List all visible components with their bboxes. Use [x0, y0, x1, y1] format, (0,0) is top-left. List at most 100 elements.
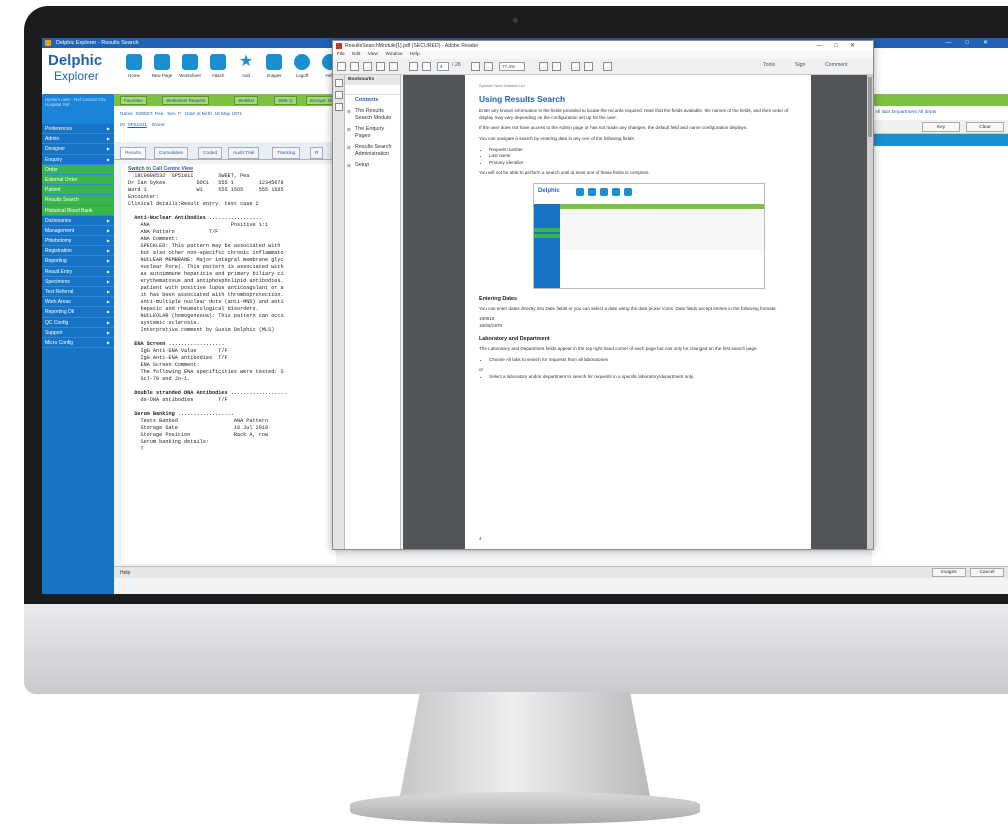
sidebar-item[interactable]: QC Config: [42, 318, 114, 328]
menu-window[interactable]: Window: [385, 52, 402, 57]
bookmarks-icon[interactable]: [335, 91, 343, 99]
comment-button[interactable]: Comment: [825, 62, 848, 68]
menu-file[interactable]: File: [337, 52, 345, 57]
event-label: Event: [152, 123, 165, 128]
sidebar-item[interactable]: Order: [42, 164, 114, 175]
right-header-bar: [872, 134, 1008, 146]
adobe-window-controls[interactable]: —□✕: [816, 41, 867, 51]
sidebar-item[interactable]: Reporting Dtl: [42, 307, 114, 318]
sidebar-item[interactable]: Result Entry: [42, 267, 114, 277]
attachments-icon[interactable]: [335, 103, 343, 111]
tab-audit-trail[interactable]: Audit Trail: [228, 147, 260, 159]
sidebar-item[interactable]: Phlebotomy: [42, 236, 114, 247]
prev-page-icon[interactable]: [409, 62, 418, 71]
email-icon[interactable]: [389, 62, 398, 71]
sidebar-item[interactable]: Preferences: [42, 124, 114, 135]
print-icon[interactable]: [376, 62, 385, 71]
bookmarks-title: Bookmarks: [345, 75, 400, 85]
tab-worksheet-request[interactable]: Worksheet Request: [162, 96, 210, 105]
toolbar-logoff-button[interactable]: Logoff: [290, 52, 314, 90]
doc-scrollbar[interactable]: [867, 75, 873, 549]
sidebar-item[interactable]: Management: [42, 226, 114, 237]
sidebar-item[interactable]: Enquiry: [42, 155, 114, 165]
zoom-out-icon[interactable]: [471, 62, 480, 71]
result-line: SPECKLED: This pattern may be associated…: [128, 243, 281, 249]
imac-mockup: Delphic Explorer - Results Search —□✕ De…: [0, 0, 1008, 834]
sidebar-item[interactable]: Specimens: [42, 277, 114, 287]
tab-favorites[interactable]: Favorites: [120, 96, 147, 105]
fit-page-icon[interactable]: [539, 62, 548, 71]
toolbar-worksheet-button[interactable]: Worksheet: [178, 52, 202, 90]
sidebar-item[interactable]: Patient: [42, 185, 114, 196]
patient-dob: 18 May 1971: [214, 112, 243, 117]
tools-button[interactable]: Tools: [763, 62, 775, 68]
menu-help[interactable]: Help: [410, 52, 420, 57]
logo-line2: Explorer: [54, 69, 99, 83]
sign-button[interactable]: Sign: [795, 62, 805, 68]
comment-icon[interactable]: [571, 62, 580, 71]
result-line: anti-multiple nuclear dots (anti-MND) an…: [128, 299, 284, 305]
sidebar-item[interactable]: Historical Blood Bank: [42, 205, 114, 216]
patient-id-link[interactable]: SP51811: [127, 123, 146, 128]
scroll-thumb[interactable]: [868, 77, 872, 137]
window-controls[interactable]: —□✕: [945, 38, 1002, 48]
result-line: Clinical details:Result entry. test case…: [128, 201, 259, 207]
toolbar-images-button[interactable]: Images: [262, 52, 286, 90]
bookmark-results-search-admin[interactable]: Results Search Administration: [345, 142, 400, 160]
tab-cumulative[interactable]: Cumulative: [154, 147, 188, 159]
right-buttons: Key Clear: [872, 120, 1008, 134]
sidebar-item[interactable]: Admin: [42, 134, 114, 145]
list-item: Request number: [489, 147, 797, 154]
tab-worklist[interactable]: Worklist: [234, 96, 258, 105]
bookmark-setup[interactable]: Setup: [345, 160, 400, 171]
date-example: 18/06/1978: [479, 322, 502, 328]
sidebar-item[interactable]: Support: [42, 328, 114, 338]
fit-width-icon[interactable]: [552, 62, 561, 71]
adobe-reader-window: ResultsSearchModule[1].pdf (SECURED) - A…: [332, 40, 874, 550]
call-centre-link[interactable]: Switch to Call Centre View: [128, 166, 330, 173]
menu-edit[interactable]: Edit: [352, 52, 360, 57]
images-button[interactable]: Images: [931, 568, 966, 577]
next-page-icon[interactable]: [422, 62, 431, 71]
tab-results[interactable]: Results: [120, 147, 146, 159]
pages-icon[interactable]: [335, 79, 343, 87]
pdf-icon: [336, 43, 342, 49]
sign-pen-icon[interactable]: [603, 62, 612, 71]
sidebar-item[interactable]: External Order: [42, 174, 114, 186]
zoom-select[interactable]: 77.4%: [499, 62, 525, 71]
key-button[interactable]: Key: [922, 122, 960, 132]
toolbar-newpage-button[interactable]: New Page: [150, 52, 174, 90]
lab-dept-links[interactable]: All labs Department All depts: [872, 106, 1008, 120]
sidebar-item[interactable]: Test Referral: [42, 287, 114, 298]
help-status[interactable]: Help: [120, 570, 130, 576]
sidebar-item[interactable]: Designer: [42, 144, 114, 155]
result-line: ENA Screen ..................: [128, 341, 225, 347]
bookmark-results-search-module[interactable]: The Results Search Module: [345, 106, 400, 124]
highlight-icon[interactable]: [584, 62, 593, 71]
sidebar-item[interactable]: Results Search: [42, 195, 114, 206]
clear-button[interactable]: Clear: [966, 122, 1004, 132]
save-icon[interactable]: [363, 62, 372, 71]
sidebar-item[interactable]: Micro Config: [42, 338, 114, 349]
zoom-in-icon[interactable]: [484, 62, 493, 71]
cancel-button[interactable]: Cancel: [970, 568, 1004, 577]
toolbar-home-button[interactable]: Home: [122, 52, 146, 90]
sidebar-item[interactable]: Dictionaries: [42, 216, 114, 226]
menu-view[interactable]: View: [368, 52, 378, 57]
toolbar-add-button[interactable]: ★ Add: [234, 52, 258, 90]
patient-row2: ID SP51811 Event: [120, 123, 328, 128]
create-icon[interactable]: [337, 62, 346, 71]
result-line: Storage Date 16 Jul 2018: [128, 425, 269, 431]
sidebar-item[interactable]: Registration: [42, 246, 114, 257]
toolbar-attach-button[interactable]: Attach: [206, 52, 230, 90]
tab-tracking[interactable]: Tracking: [272, 147, 301, 159]
sidebar-item[interactable]: Work Areas: [42, 297, 114, 308]
tab-sms[interactable]: SMS Q: [274, 96, 297, 105]
page-number-input[interactable]: 4: [437, 62, 449, 71]
tab-more[interactable]: R: [310, 147, 324, 159]
sidebar-item[interactable]: Reporting: [42, 256, 114, 267]
bookmark-enquiry-pages[interactable]: The Enquiry Pages: [345, 124, 400, 142]
tab-coded[interactable]: Coded: [198, 147, 223, 159]
bookmark-contents[interactable]: Contents: [345, 95, 400, 106]
open-icon[interactable]: [350, 62, 359, 71]
